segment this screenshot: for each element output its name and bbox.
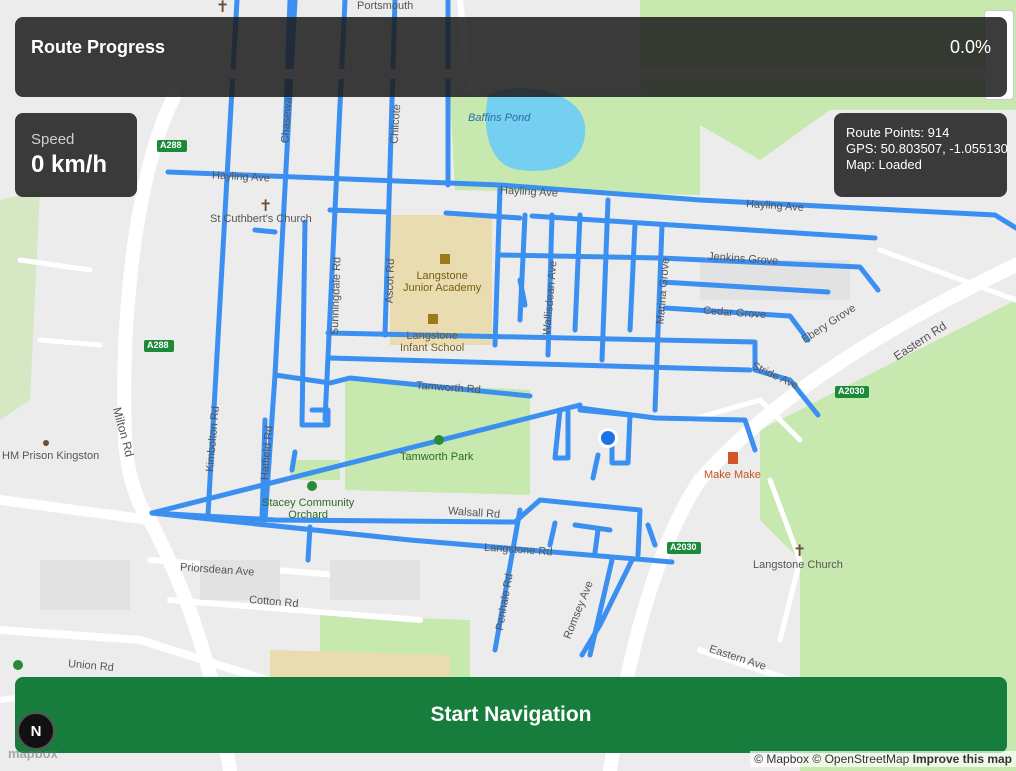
osm-attribution-link[interactable]: © OpenStreetMap: [812, 752, 909, 766]
route-info-panel: Route Points: 914 GPS: 50.803507, -1.055…: [834, 113, 1008, 197]
route-points-text: Route Points: 914: [846, 125, 950, 140]
nextjs-dev-badge[interactable]: N: [17, 712, 55, 750]
school-area: [390, 215, 492, 345]
speed-label: Speed: [31, 131, 75, 148]
improve-map-link[interactable]: Improve this map: [913, 752, 1012, 766]
route-progress-bar: [31, 69, 991, 79]
start-navigation-button[interactable]: Start Navigation: [15, 677, 1007, 753]
svg-text:✝: ✝: [793, 541, 806, 560]
route-progress-percent: 0.0%: [949, 37, 991, 57]
speed-panel: Speed 0 km/h: [15, 113, 137, 197]
speed-value: 0 km/h: [31, 151, 108, 178]
gps-coordinates-text: GPS: 50.803507, -1.055130: [846, 141, 1008, 156]
map-attribution: © Mapbox © OpenStreetMap Improve this ma…: [750, 751, 1016, 767]
svg-text:✝: ✝: [259, 196, 272, 215]
svg-text:✝: ✝: [216, 0, 229, 16]
mapbox-attribution-link[interactable]: © Mapbox: [754, 752, 809, 766]
route-progress-title: Route Progress: [31, 37, 166, 57]
route-progress-panel: Route Progress 0.0%: [15, 17, 1007, 97]
map-status-text: Map: Loaded: [846, 157, 922, 172]
